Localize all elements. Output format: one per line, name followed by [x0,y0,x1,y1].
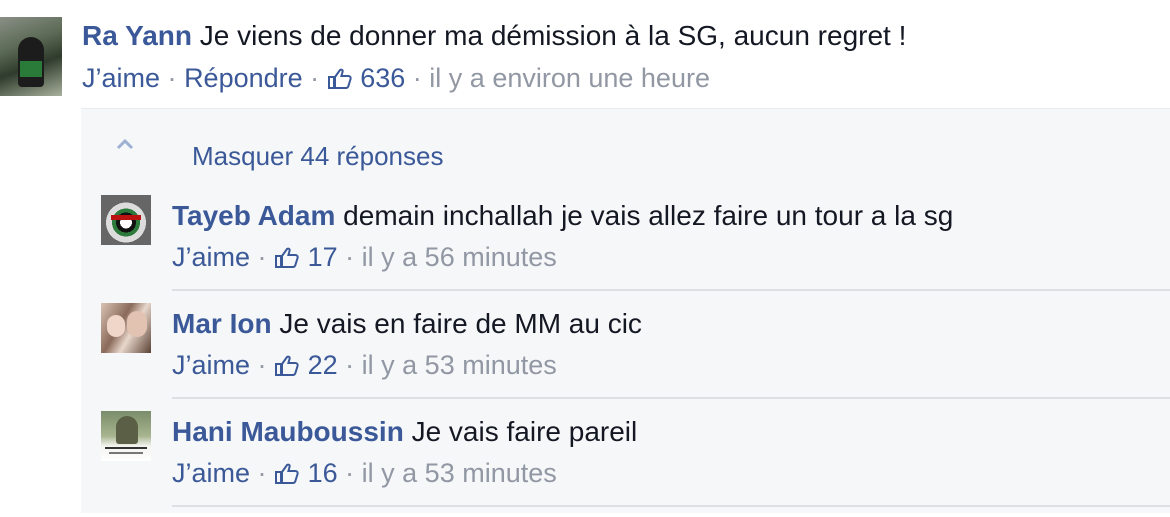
like-count[interactable]: 17 [274,242,345,272]
like-link[interactable]: J’aime [172,350,250,380]
reply-author[interactable]: Mar Ion [172,308,272,339]
divider [172,505,1170,507]
thumbs-up-icon [275,463,299,484]
like-count-value: 22 [307,350,338,380]
timestamp[interactable]: il y a 53 minutes [362,350,557,380]
avatar-figure-detail [20,61,42,77]
reply-item: Tayeb Adam demain inchallah je vais alle… [81,193,1170,301]
reply-item: Hani Mauboussin Je vais faire pareil J’a… [81,409,1170,517]
separator: · [257,350,267,380]
like-count-value: 16 [307,458,338,488]
avatar[interactable] [0,17,62,96]
avatar-detail [127,311,147,337]
avatar[interactable] [101,303,151,353]
timestamp[interactable]: il y a environ une heure [429,63,710,93]
reply-actions: J’aime · 16 · il y a 53 minutes [172,458,557,489]
avatar[interactable] [101,411,151,461]
reply-text: Je vais en faire de MM au cic [279,308,642,339]
avatar-detail [116,416,138,444]
comment-actions: J’aime · Répondre · 636 · il y a environ… [82,63,710,94]
thumbs-up-icon [275,247,299,268]
separator: · [345,350,355,380]
like-link[interactable]: J’aime [172,242,250,272]
thumbs-up-icon [275,355,299,376]
avatar-detail [109,452,143,454]
like-count[interactable]: 16 [274,458,345,488]
comment-body: Ra Yann Je viens de donner ma démission … [82,20,906,52]
timestamp[interactable]: il y a 53 minutes [362,458,557,488]
reply-text: demain inchallah je vais allez faire un … [343,200,954,231]
reply-body: Tayeb Adam demain inchallah je vais alle… [172,200,953,232]
reply-item: Mar Ion Je vais en faire de MM au cic J’… [81,301,1170,409]
reply-actions: J’aime · 22 · il y a 53 minutes [172,350,557,381]
separator: · [345,458,355,488]
like-count[interactable]: 636 [327,63,413,93]
reply-text: Je vais faire pareil [411,416,638,447]
like-link[interactable]: J’aime [172,458,250,488]
separator: · [412,63,422,93]
replies-panel: Masquer 44 réponses Tayeb Adam demain in… [81,108,1170,513]
separator: · [257,242,267,272]
thumbs-up-icon [327,68,352,89]
avatar-detail [107,315,125,337]
reply-body: Hani Mauboussin Je vais faire pareil [172,416,637,448]
like-count-value: 636 [360,63,406,93]
avatar-detail [111,215,141,220]
comment-text: Je viens de donner ma démission à la SG,… [199,20,907,51]
reply-body: Mar Ion Je vais en faire de MM au cic [172,308,642,340]
like-count-value: 17 [307,242,338,272]
divider [172,397,1170,399]
like-count[interactable]: 22 [274,350,345,380]
chevron-up-icon[interactable] [115,137,135,151]
timestamp[interactable]: il y a 56 minutes [362,242,557,272]
avatar-detail [105,447,147,449]
comment-author[interactable]: Ra Yann [82,20,192,51]
main-comment: Ra Yann Je viens de donner ma démission … [0,0,1170,108]
reply-actions: J’aime · 17 · il y a 56 minutes [172,242,557,273]
separator: · [345,242,355,272]
reply-author[interactable]: Hani Mauboussin [172,416,404,447]
hide-replies-link[interactable]: Masquer 44 réponses [192,141,443,172]
reply-link[interactable]: Répondre [184,63,303,93]
like-link[interactable]: J’aime [82,63,160,93]
separator: · [167,63,177,93]
reply-author[interactable]: Tayeb Adam [172,200,335,231]
separator: · [257,458,267,488]
divider [172,289,1170,291]
avatar[interactable] [101,195,151,245]
separator: · [310,63,320,93]
